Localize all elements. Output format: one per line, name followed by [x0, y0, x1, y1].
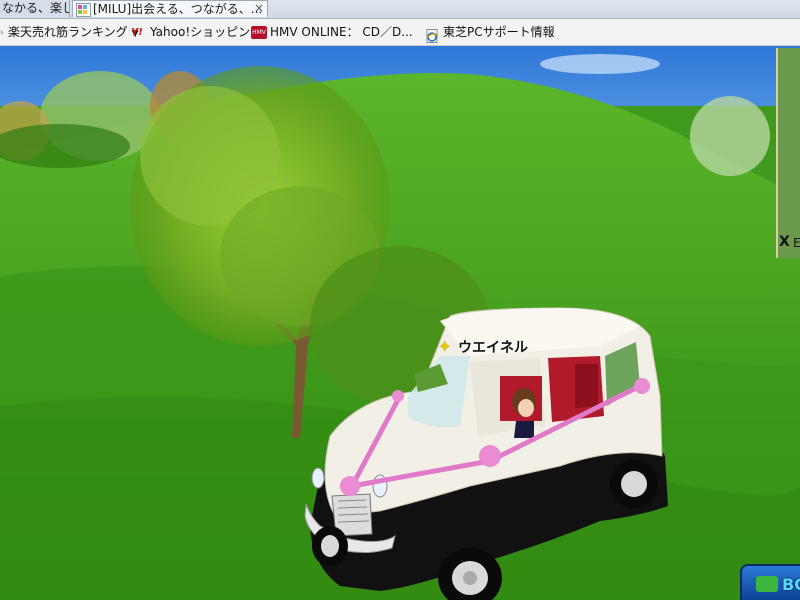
tree-background	[690, 96, 770, 176]
character-name: ウエイネル	[458, 340, 528, 356]
bookmark-label: Yahoo!ショッピング	[150, 25, 263, 39]
milu-favicon-icon	[76, 3, 91, 17]
minimap-close-icon[interactable]: X	[779, 234, 790, 250]
game-viewport[interactable]: X E ✦ ウエイネル BO	[0, 46, 800, 600]
bookmark-label: 楽天売れ筋ランキング	[8, 25, 128, 39]
tab-1-label: なかる、楽し...	[2, 1, 69, 15]
game-menu-button[interactable]: BO	[740, 564, 800, 600]
bookmark-label: 東芝PCサポート情報	[443, 25, 555, 39]
ie-page-icon	[425, 26, 440, 43]
bookmark-toshiba-pc-support[interactable]: 東芝PCサポート情報	[425, 19, 555, 45]
character-name-tag[interactable]: ✦ ウエイネル	[438, 337, 528, 357]
bookmark-rakuten-ranking[interactable]: › 楽天売れ筋ランキング ▼	[0, 19, 139, 45]
car-headlight	[311, 467, 325, 489]
browser-tab-1[interactable]: なかる、楽し...	[0, 0, 70, 17]
game-menu-button-label: BO	[782, 575, 800, 594]
tab-strip-empty	[268, 0, 800, 17]
browser-tab-bar: なかる、楽し... [MILU]出会える、つながる、... ×	[0, 0, 800, 19]
car-wheel-rear	[610, 460, 658, 508]
tab-close-icon[interactable]: ×	[252, 0, 266, 17]
button-icon	[756, 576, 778, 592]
bookmark-label: HMV ONLINE： CD／D...	[270, 25, 413, 39]
browser-tab-2-active[interactable]: [MILU]出会える、つながる、...	[72, 0, 268, 17]
game-scene	[0, 46, 800, 600]
star-badge-icon: ✦	[438, 337, 452, 356]
hmv-icon: HMV	[251, 26, 267, 39]
cloud	[540, 54, 660, 74]
yahoo-shopping-icon: Y!	[131, 26, 143, 38]
bookmarks-bar: › 楽天売れ筋ランキング ▼ Y! Yahoo!ショッピング HMV HMV ONLIN…	[0, 19, 800, 46]
bookmark-hmv-online[interactable]: HMV HMV ONLINE： CD／D...	[251, 19, 413, 45]
bookmark-yahoo-shopping[interactable]: Y! Yahoo!ショッピング	[131, 19, 262, 45]
rakuten-arrow-icon: ›	[0, 27, 4, 38]
minimap[interactable]	[776, 48, 800, 258]
tab-2-label: [MILU]出会える、つながる、...	[93, 2, 263, 16]
minimap-label: E	[793, 236, 800, 250]
car-wheel-front-left	[312, 526, 348, 566]
